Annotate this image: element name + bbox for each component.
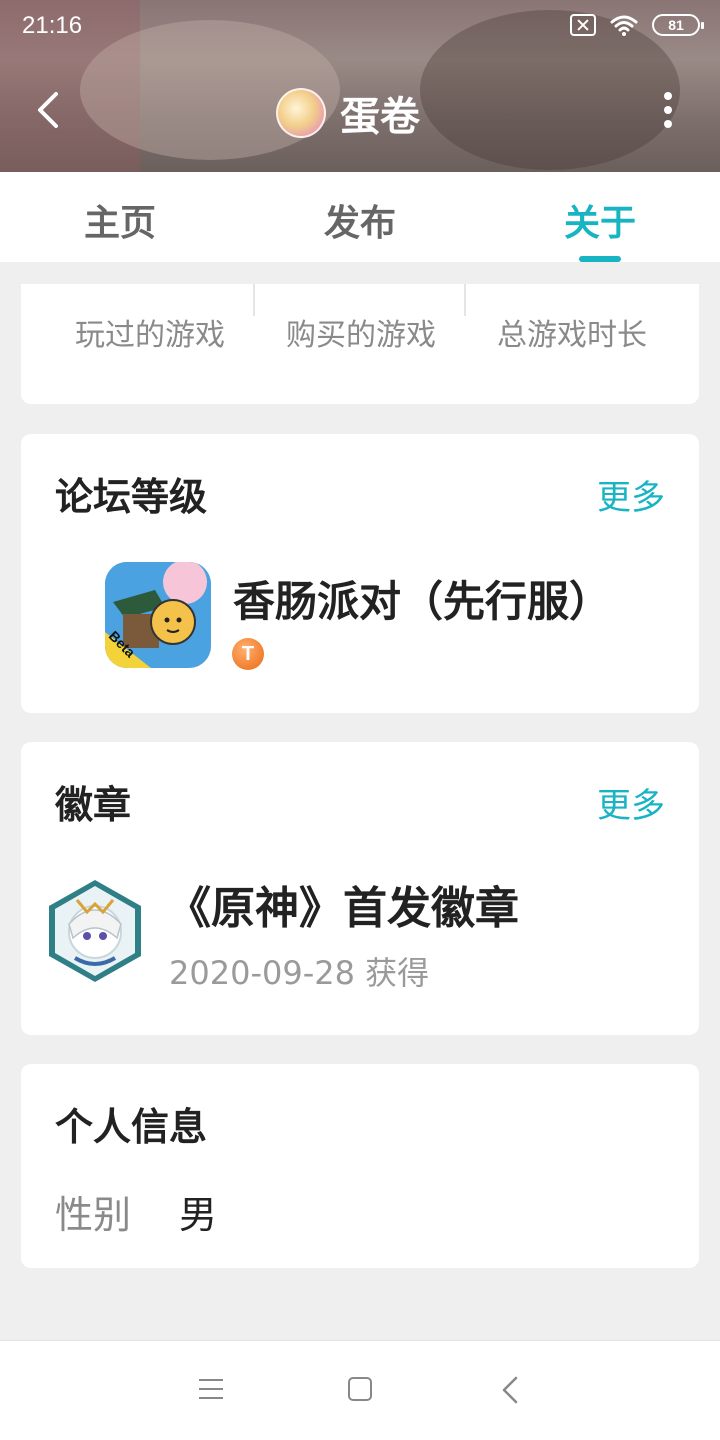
nav-back-icon[interactable] [500,1375,520,1405]
badges-more-link[interactable]: 更多 [597,778,665,827]
stats-card: 玩过的游戏 购买的游戏 总游戏时长 [21,284,699,404]
stat-played-games[interactable]: 玩过的游戏 [50,310,250,354]
status-time: 21:16 [22,12,83,39]
avatar[interactable] [276,88,326,138]
tab-home[interactable]: 主页 [60,194,180,246]
profile-title: 蛋卷 [276,84,420,142]
forum-level-card: 论坛等级 更多 Beta 香肠派对（先行服） T [21,434,699,713]
profile-header: 21:16 81 蛋卷 [0,0,720,172]
back-arrow-icon[interactable] [30,88,66,132]
tab-posts[interactable]: 发布 [300,194,420,246]
more-options-icon[interactable] [662,92,674,128]
wifi-icon [610,15,638,36]
badges-title: 徽章 [55,783,132,827]
profile-tabs: 主页 发布 关于 [0,172,720,262]
home-icon[interactable] [348,1377,372,1401]
gender-value: 男 [179,1193,218,1237]
recent-apps-icon[interactable] [199,1379,223,1399]
divider [253,284,255,316]
no-sim-icon [570,14,596,36]
personal-info-card: 个人信息 性别 男 [21,1064,699,1268]
status-bar: 21:16 81 [0,0,720,54]
game-icon[interactable]: Beta [105,562,211,668]
page-title: 蛋卷 [340,94,420,140]
forum-level-title: 论坛等级 [55,475,208,519]
divider [464,284,466,316]
badge-name[interactable]: 《原神》首发徽章 [167,872,519,936]
system-nav-bar [0,1340,720,1440]
badges-card: 徽章 更多 《原神》首发徽章 2020-09-28 获得 [21,742,699,1035]
battery-icon: 81 [652,14,704,36]
status-icons: 81 [570,14,704,36]
stat-purchased-games[interactable]: 购买的游戏 [261,310,461,354]
personal-info-title: 个人信息 [55,1105,208,1149]
genshin-badge-icon[interactable] [47,878,143,984]
tab-about[interactable]: 关于 [540,194,660,246]
badge-date: 2020-09-28 获得 [169,954,430,992]
game-name[interactable]: 香肠派对（先行服） [233,568,611,629]
forum-level-more-link[interactable]: 更多 [597,470,665,519]
gender-label: 性别 [55,1193,132,1237]
tab-indicator [579,256,621,262]
level-badge-icon: T [232,638,264,670]
stat-total-playtime[interactable]: 总游戏时长 [472,310,672,354]
